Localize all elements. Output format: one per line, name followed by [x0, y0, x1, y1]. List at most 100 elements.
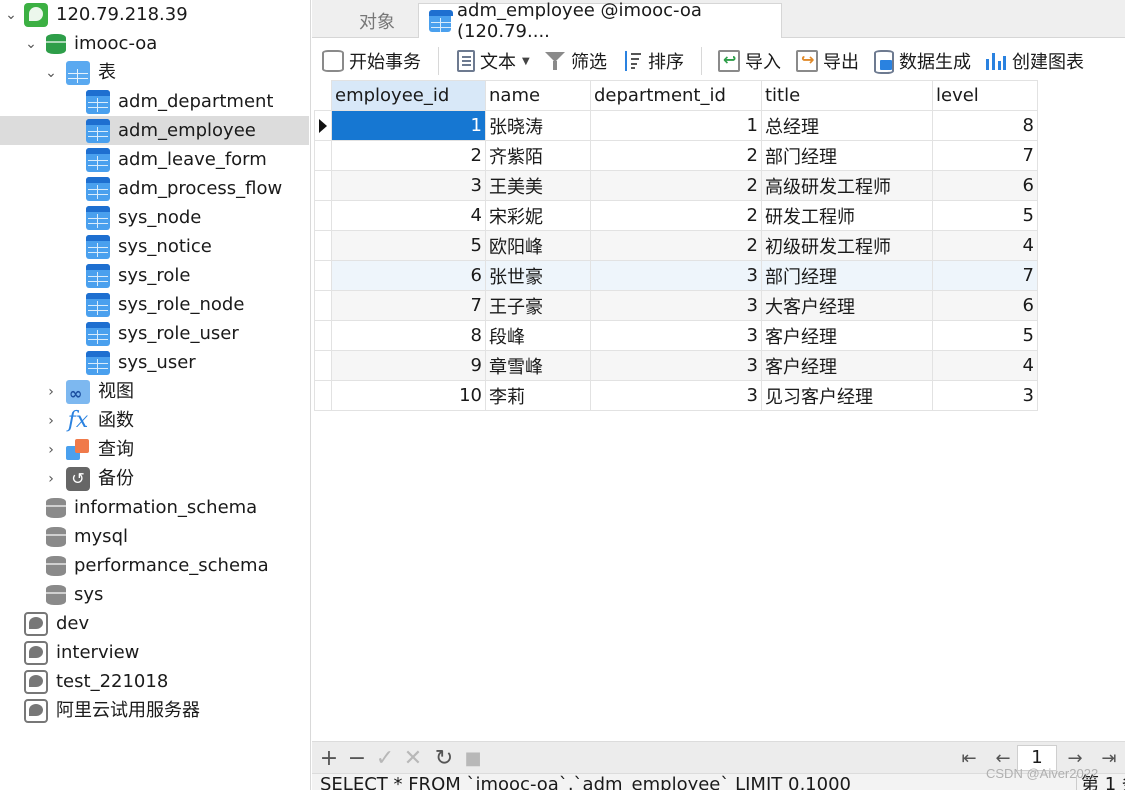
table-cell[interactable]: 3 — [331, 170, 486, 201]
table-cell[interactable]: 部门经理 — [761, 140, 933, 171]
export-button[interactable]: 导出 — [796, 47, 859, 75]
connection-node[interactable]: dev — [24, 609, 89, 638]
column-header[interactable]: department_id — [590, 80, 762, 111]
table-cell[interactable]: 2 — [590, 140, 762, 171]
discard-changes-button[interactable]: ✕ — [400, 744, 426, 772]
table-cell[interactable]: 4 — [331, 200, 486, 231]
connection-node[interactable]: 阿里云试用服务器 — [24, 696, 200, 725]
table-node[interactable]: sys_node — [86, 203, 201, 232]
table-cell[interactable]: 8 — [331, 320, 486, 351]
table-cell[interactable]: 李莉 — [485, 380, 591, 411]
begin-transaction-button[interactable]: 开始事务 — [322, 47, 421, 75]
table-cell[interactable]: 齐紫陌 — [485, 140, 591, 171]
table-cell[interactable]: 3 — [590, 290, 762, 321]
table-cell[interactable]: 1 — [590, 110, 762, 141]
row-header[interactable] — [314, 200, 332, 231]
table-cell[interactable]: 2 — [590, 200, 762, 231]
table-cell[interactable]: 3 — [590, 320, 762, 351]
table-cell[interactable]: 客户经理 — [761, 320, 933, 351]
database-node[interactable]: sys — [46, 580, 103, 609]
table-node[interactable]: sys_role_node — [86, 290, 244, 319]
connection-node[interactable]: test_221018 — [24, 667, 168, 696]
row-header[interactable] — [314, 110, 332, 141]
last-page-icon[interactable]: ⇥ — [1096, 744, 1122, 772]
table-cell[interactable]: 3 — [932, 380, 1038, 411]
database-node[interactable]: performance_schema — [46, 551, 269, 580]
filter-button[interactable]: 筛选 — [544, 47, 607, 75]
table-cell[interactable]: 见习客户经理 — [761, 380, 933, 411]
table-cell[interactable]: 段峰 — [485, 320, 591, 351]
create-chart-button[interactable]: 创建图表 — [985, 47, 1084, 75]
table-row[interactable]: 4 宋彩妮 2 研发工程师 5 — [314, 200, 1038, 231]
table-cell[interactable]: 6 — [331, 260, 486, 291]
chevron-right-icon[interactable]: › — [42, 464, 60, 493]
column-header[interactable]: employee_id — [331, 80, 486, 111]
chevron-right-icon[interactable]: › — [42, 435, 60, 464]
sort-button[interactable]: 排序 — [621, 47, 684, 75]
table-cell[interactable]: 高级研发工程师 — [761, 170, 933, 201]
views-folder[interactable]: 视图 — [66, 377, 134, 406]
table-node[interactable]: adm_process_flow — [86, 174, 282, 203]
table-cell[interactable]: 5 — [932, 200, 1038, 231]
functions-folder[interactable]: fx 函数 — [66, 406, 134, 435]
chevron-right-icon[interactable]: › — [42, 406, 60, 435]
first-page-icon[interactable]: ⇤ — [956, 744, 982, 772]
table-cell[interactable]: 2 — [590, 170, 762, 201]
row-header[interactable] — [314, 140, 332, 171]
database-node[interactable]: information_schema — [46, 493, 257, 522]
column-header[interactable]: level — [932, 80, 1038, 111]
table-cell[interactable]: 7 — [331, 290, 486, 321]
table-cell[interactable]: 5 — [932, 320, 1038, 351]
apply-changes-button[interactable]: ✓ — [372, 744, 398, 772]
table-row[interactable]: 3 王美美 2 高级研发工程师 6 — [314, 170, 1038, 201]
column-header[interactable]: name — [485, 80, 591, 111]
add-record-button[interactable]: + — [316, 744, 342, 772]
row-header[interactable] — [314, 320, 332, 351]
table-cell[interactable]: 总经理 — [761, 110, 933, 141]
table-row[interactable]: 6 张世豪 3 部门经理 7 — [314, 260, 1038, 291]
table-cell[interactable]: 1 — [331, 110, 486, 141]
table-cell[interactable]: 4 — [932, 350, 1038, 381]
table-row[interactable]: 7 王子豪 3 大客户经理 6 — [314, 290, 1038, 321]
row-header[interactable] — [314, 350, 332, 381]
table-cell[interactable]: 章雪峰 — [485, 350, 591, 381]
table-cell[interactable]: 10 — [331, 380, 486, 411]
table-cell[interactable]: 2 — [590, 230, 762, 261]
tables-folder[interactable]: 表 — [66, 58, 116, 87]
table-node[interactable]: sys_notice — [86, 232, 212, 261]
refresh-icon[interactable]: ↻ — [431, 744, 457, 772]
table-cell[interactable]: 3 — [590, 380, 762, 411]
database-node[interactable]: mysql — [46, 522, 128, 551]
tab-adm-employee[interactable]: adm_employee @imooc-oa (120.79.... — [418, 0, 782, 42]
database-node-imooc-oa[interactable]: imooc-oa — [46, 29, 157, 58]
table-cell[interactable]: 张世豪 — [485, 260, 591, 291]
table-row[interactable]: 10 李莉 3 见习客户经理 3 — [314, 380, 1038, 411]
row-header[interactable] — [314, 290, 332, 321]
table-cell[interactable]: 6 — [932, 170, 1038, 201]
table-cell[interactable]: 初级研发工程师 — [761, 230, 933, 261]
table-node[interactable]: sys_role_user — [86, 319, 239, 348]
table-cell[interactable]: 3 — [590, 350, 762, 381]
table-cell[interactable]: 客户经理 — [761, 350, 933, 381]
table-cell[interactable]: 7 — [932, 140, 1038, 171]
import-button[interactable]: 导入 — [718, 47, 781, 75]
table-row[interactable]: 1 张晓涛 1 总经理 8 — [314, 110, 1038, 141]
table-row[interactable]: 2 齐紫陌 2 部门经理 7 — [314, 140, 1038, 171]
table-node[interactable]: adm_department — [86, 87, 273, 116]
chevron-down-icon[interactable]: ⌄ — [42, 58, 60, 87]
table-cell[interactable]: 5 — [331, 230, 486, 261]
table-cell[interactable]: 6 — [932, 290, 1038, 321]
text-view-button[interactable]: 文本 ▼ — [457, 47, 530, 75]
tab-objects[interactable]: 对象 — [336, 3, 418, 38]
table-node[interactable]: adm_leave_form — [86, 145, 267, 174]
table-cell[interactable]: 宋彩妮 — [485, 200, 591, 231]
table-cell[interactable]: 4 — [932, 230, 1038, 261]
row-header[interactable] — [314, 170, 332, 201]
table-cell[interactable]: 张晓涛 — [485, 110, 591, 141]
table-cell[interactable]: 王子豪 — [485, 290, 591, 321]
queries-folder[interactable]: 查询 — [66, 435, 134, 464]
table-node[interactable]: sys_user — [86, 348, 196, 377]
table-node[interactable]: sys_role — [86, 261, 191, 290]
chevron-right-icon[interactable]: › — [42, 377, 60, 406]
column-header[interactable]: title — [761, 80, 933, 111]
